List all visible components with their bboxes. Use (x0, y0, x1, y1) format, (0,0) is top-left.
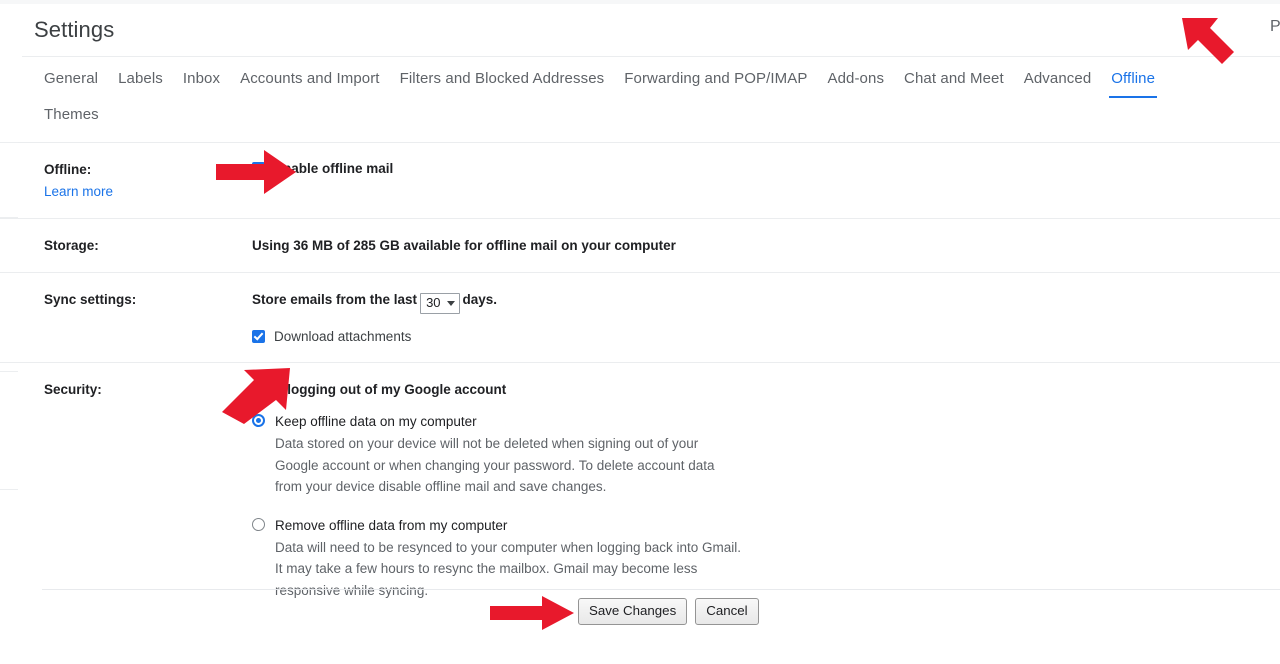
sync-days-select[interactable]: 30 (420, 293, 460, 314)
download-attachments-row[interactable]: Download attachments (252, 327, 1260, 346)
storage-label: Storage: (44, 238, 99, 253)
learn-more-link[interactable]: Learn more (44, 181, 252, 202)
settings-tabbar: General Labels Inbox Accounts and Import… (34, 62, 1280, 134)
settings-row-storage: Storage: Using 36 MB of 285 GB available… (0, 218, 1280, 272)
download-attachments-label[interactable]: Download attachments (274, 327, 411, 346)
store-emails-prefix: Store emails from the last (252, 292, 418, 307)
keep-offline-data-description: Data stored on your device will not be d… (275, 436, 715, 494)
security-value-cell: After logging out of my Google account K… (252, 363, 1280, 617)
sync-settings-value-cell: Store emails from the last 30 days. Downlo… (252, 273, 1280, 362)
tab-inbox[interactable]: Inbox (173, 62, 230, 98)
remove-offline-data-description: Data will need to be resynced to your co… (275, 539, 742, 598)
divider-stub-1 (0, 142, 18, 143)
tab-add-ons[interactable]: Add-ons (817, 62, 894, 98)
footer-divider (42, 589, 1280, 590)
keep-offline-data-radio[interactable] (252, 414, 265, 427)
enable-offline-mail-row[interactable]: Enable offline mail (252, 159, 1260, 178)
keep-offline-data-text-block: Keep offline data on my computer Data st… (275, 411, 745, 498)
keep-offline-data-title[interactable]: Keep offline data on my computer (275, 414, 477, 429)
tab-chat-and-meet[interactable]: Chat and Meet (894, 62, 1014, 98)
chevron-down-icon (446, 300, 455, 306)
cancel-button[interactable]: Cancel (695, 598, 759, 625)
keep-offline-data-option[interactable]: Keep offline data on my computer Data st… (252, 411, 1260, 498)
offline-settings-table: Offline: Learn more Enable offline mail … (0, 142, 1280, 617)
divider-stub-2 (0, 217, 18, 218)
security-heading: After logging out of my Google account (252, 382, 507, 397)
top-band (0, 0, 1280, 4)
tab-themes[interactable]: Themes (34, 98, 109, 134)
settings-footer: Save Changes Cancel (0, 598, 1280, 625)
page-title: Settings (34, 17, 115, 42)
header-right-partial-text: P (1270, 18, 1280, 35)
sync-days-selected-value: 30 (426, 295, 441, 310)
remove-offline-data-title[interactable]: Remove offline data from my computer (275, 518, 507, 533)
tab-forwarding-and-pop-imap[interactable]: Forwarding and POP/IMAP (614, 62, 817, 98)
enable-offline-mail-label[interactable]: Enable offline mail (274, 159, 393, 178)
tab-labels[interactable]: Labels (108, 62, 173, 98)
enable-offline-mail-checkbox[interactable] (252, 162, 265, 175)
storage-usage-text: Using 36 MB of 285 GB available for offl… (252, 238, 676, 253)
settings-row-offline: Offline: Learn more Enable offline mail (0, 142, 1280, 218)
tabbar-divider (22, 56, 1280, 57)
store-emails-suffix: days. (462, 292, 498, 307)
remove-offline-data-radio[interactable] (252, 517, 265, 531)
settings-row-sync-settings: Sync settings: Store emails from the las… (0, 272, 1280, 362)
divider-stub-4 (0, 489, 18, 490)
tab-offline[interactable]: Offline (1101, 62, 1165, 98)
offline-row-label-cell: Offline: Learn more (0, 143, 252, 218)
offline-label: Offline: (44, 162, 92, 177)
tab-filters-and-blocked-addresses[interactable]: Filters and Blocked Addresses (390, 62, 615, 98)
tab-advanced[interactable]: Advanced (1014, 62, 1102, 98)
store-emails-line: Store emails from the last 30 days. (252, 289, 1260, 314)
settings-row-security: Security: After logging out of my Google… (0, 362, 1280, 617)
security-label: Security: (44, 382, 102, 397)
save-changes-button[interactable]: Save Changes (578, 598, 688, 625)
tab-general[interactable]: General (34, 62, 108, 98)
offline-row-value-cell: Enable offline mail (252, 143, 1280, 218)
divider-stub-3 (0, 371, 18, 372)
storage-value-cell: Using 36 MB of 285 GB available for offl… (252, 219, 1280, 272)
download-attachments-checkbox[interactable] (252, 330, 265, 343)
sync-settings-label: Sync settings: (44, 292, 137, 307)
tab-accounts-and-import[interactable]: Accounts and Import (230, 62, 389, 98)
